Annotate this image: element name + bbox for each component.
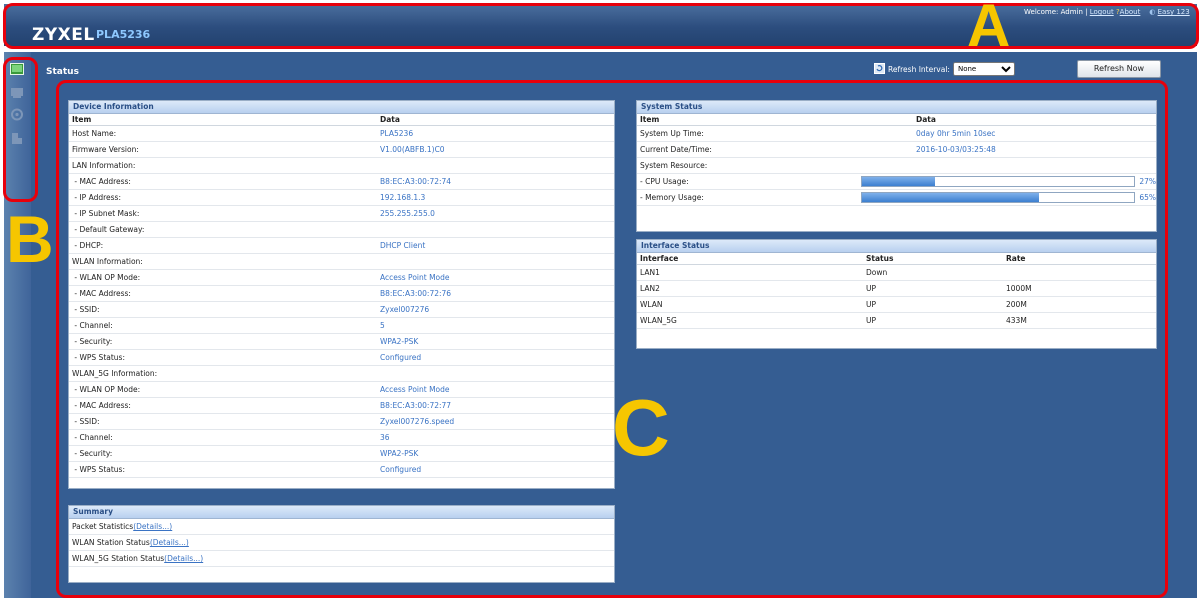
annotation-box-c	[56, 80, 1168, 598]
annotation-box-b	[3, 57, 38, 202]
refresh-interval-select[interactable]: None	[952, 62, 1015, 76]
annotation-letter-b: B	[6, 202, 54, 276]
annotation-letter-a: A	[967, 0, 1011, 59]
page-title: Status	[46, 67, 79, 77]
annotation-box-a	[3, 3, 1199, 49]
refresh-icon	[874, 62, 885, 76]
refresh-interval-label: Refresh Interval:	[888, 64, 950, 74]
annotation-letter-c: C	[612, 383, 670, 472]
refresh-now-button[interactable]: Refresh Now	[1077, 60, 1161, 78]
refresh-interval: Refresh Interval: None	[874, 61, 1015, 77]
